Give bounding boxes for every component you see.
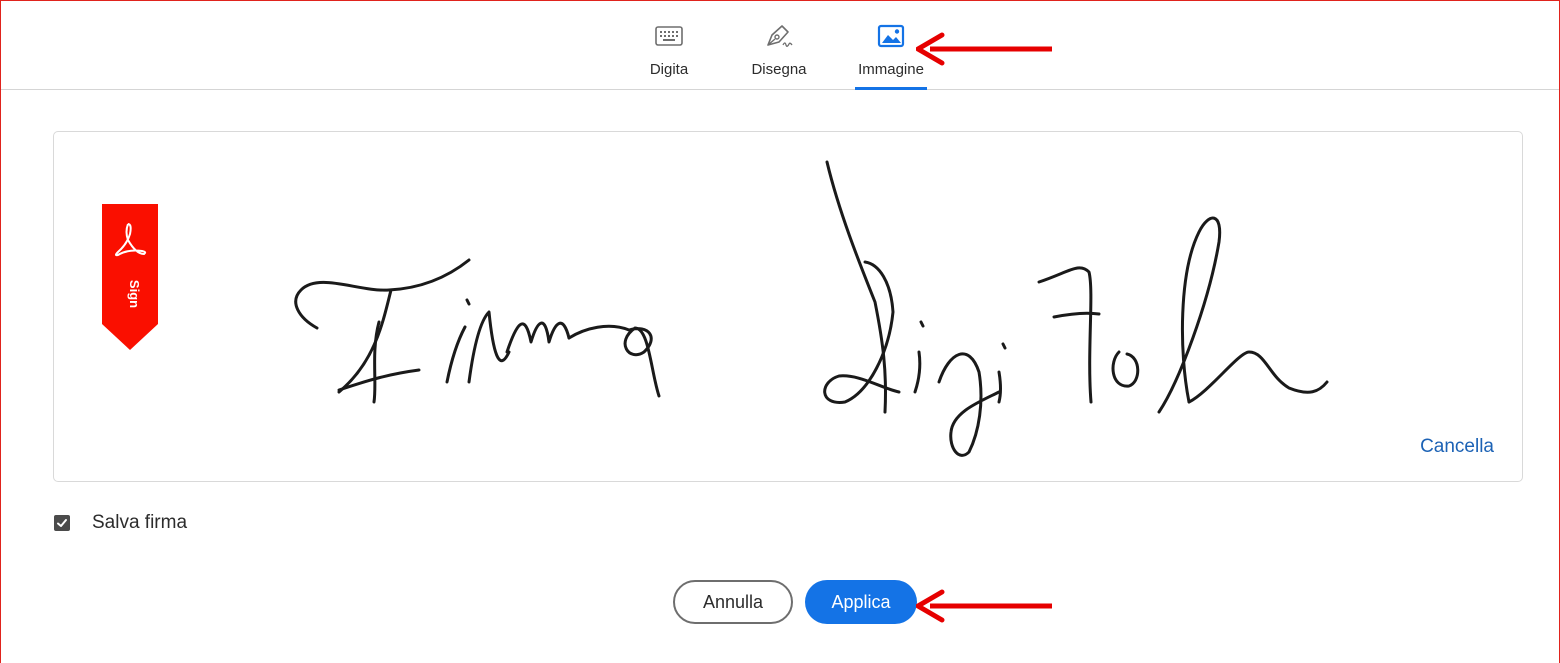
signature-mode-tabs: Digita Disegna Immagine xyxy=(1,1,1559,90)
apply-button[interactable]: Applica xyxy=(805,580,917,624)
active-tab-indicator xyxy=(855,87,927,90)
annotation-arrow-icon xyxy=(916,589,1052,623)
signature-image-area[interactable]: Sign Cancella xyxy=(53,131,1523,482)
checkmark-icon xyxy=(57,519,67,527)
tab-digita[interactable]: Digita xyxy=(640,1,698,89)
svg-text:Sign: Sign xyxy=(127,280,142,308)
tab-label: Disegna xyxy=(751,61,807,78)
tab-label: Digita xyxy=(649,61,689,78)
pen-draw-icon xyxy=(767,25,793,47)
save-signature-checkbox-row[interactable]: Salva firma xyxy=(54,512,187,534)
tab-disegna[interactable]: Disegna xyxy=(741,1,817,89)
cancel-button[interactable]: Annulla xyxy=(673,580,793,624)
signature-image xyxy=(294,160,1329,457)
keyboard-icon xyxy=(655,26,683,46)
save-signature-checkbox[interactable] xyxy=(54,515,70,531)
annotation-arrow-icon xyxy=(916,32,1052,66)
clear-signature-link[interactable]: Cancella xyxy=(1420,436,1494,458)
adobe-sign-logo: Sign xyxy=(102,204,158,350)
save-signature-label: Salva firma xyxy=(92,512,188,533)
image-icon xyxy=(877,24,905,48)
